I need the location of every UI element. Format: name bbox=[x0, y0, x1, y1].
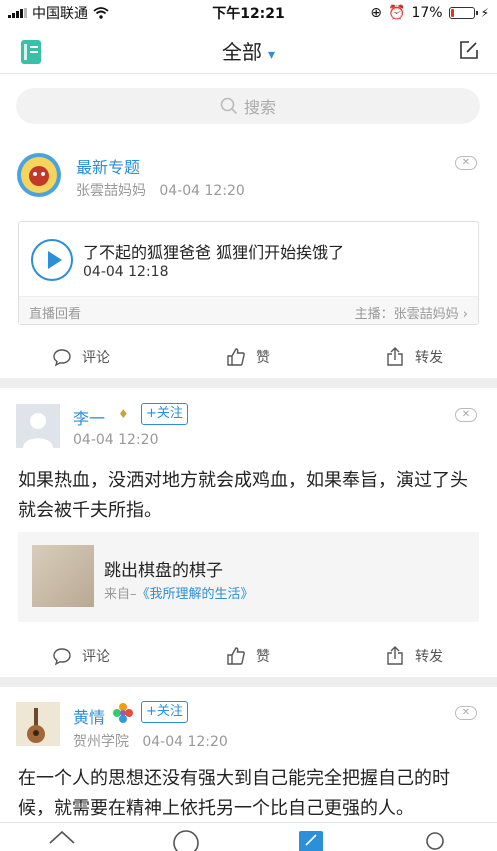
like-button[interactable]: 赞 bbox=[226, 646, 270, 666]
quote-card[interactable]: 跳出棋盘的棋子 来自–《我所理解的生活》 bbox=[18, 532, 479, 622]
comment-icon bbox=[53, 349, 71, 367]
rotation-lock-icon: ⊕ bbox=[370, 5, 382, 21]
live-footer: 直播回看 主播：张雲喆妈妈 › bbox=[19, 296, 478, 324]
like-button[interactable]: 赞 bbox=[226, 347, 270, 367]
action-bar: 评论 赞 转发 bbox=[0, 343, 497, 373]
carrier-label: 中国联通 bbox=[32, 6, 88, 22]
follow-button[interactable]: +关注 bbox=[141, 701, 188, 723]
chevron-down-icon: ▾ bbox=[267, 47, 276, 63]
share-button[interactable]: 转发 bbox=[385, 646, 443, 666]
post-meta: 贺州学院 04-04 12:20 bbox=[73, 734, 228, 750]
comment-button[interactable]: 评论 bbox=[52, 347, 110, 367]
search-placeholder: 搜索 bbox=[243, 98, 276, 117]
comment-button[interactable]: 评论 bbox=[52, 646, 110, 666]
close-icon[interactable]: ✕ bbox=[455, 706, 477, 720]
live-time: 04-04 12:18 bbox=[83, 264, 169, 280]
author-name[interactable]: 最新专题 bbox=[76, 154, 140, 178]
quote-source: 来自–《我所理解的生活》 bbox=[104, 587, 254, 602]
author-name[interactable]: 黄情 bbox=[73, 704, 105, 728]
host-label[interactable]: 主播：张雲喆妈妈 › bbox=[355, 303, 468, 322]
message-icon[interactable] bbox=[171, 829, 201, 851]
divider bbox=[0, 378, 497, 388]
nav-bar: 全部 ▾ bbox=[0, 26, 497, 74]
avatar[interactable] bbox=[16, 404, 60, 448]
share-icon bbox=[387, 646, 403, 665]
home-icon[interactable] bbox=[47, 829, 77, 851]
thumbs-up-icon bbox=[227, 348, 245, 366]
share-button[interactable]: 转发 bbox=[385, 347, 443, 367]
live-card[interactable]: 了不起的狐狸爸爸 狐狸们开始挨饿了 04-04 12:18 直播回看 主播：张雲… bbox=[18, 221, 479, 325]
alarm-icon: ⏰ bbox=[388, 5, 406, 21]
action-bar: 评论 赞 转发 bbox=[0, 642, 497, 672]
comment-icon bbox=[53, 648, 71, 666]
post-tab-icon[interactable] bbox=[296, 829, 326, 851]
post-meta: 张雲喆妈妈 04-04 12:20 bbox=[76, 183, 245, 199]
badge-icon: ♦ bbox=[118, 407, 129, 421]
battery-percent: 17% bbox=[411, 5, 443, 21]
status-bar: 中国联通 下午12:21 ⊕ ⏰ 17% ⚡ bbox=[0, 0, 497, 26]
avatar[interactable] bbox=[16, 152, 62, 198]
compose-icon[interactable] bbox=[459, 40, 479, 60]
post-text[interactable]: 在一个人的思想还没有强大到自己能完全把握自己的时候，就需要在精神上依托另一个比自… bbox=[18, 764, 482, 824]
close-icon[interactable]: ✕ bbox=[455, 408, 477, 422]
quote-title: 跳出棋盘的棋子 bbox=[104, 561, 223, 581]
quote-thumbnail bbox=[32, 545, 94, 607]
signal-icon bbox=[8, 8, 27, 18]
page-title[interactable]: 全部 ▾ bbox=[0, 36, 497, 65]
live-title: 了不起的狐狸爸爸 狐狸们开始挨饿了 bbox=[83, 243, 345, 262]
search-input[interactable]: 搜索 bbox=[16, 88, 480, 124]
post-time: 04-04 12:20 bbox=[73, 432, 159, 448]
play-icon[interactable] bbox=[31, 239, 73, 281]
charging-icon: ⚡ bbox=[480, 6, 489, 20]
avatar[interactable] bbox=[16, 702, 60, 746]
search-icon bbox=[220, 97, 238, 115]
follow-button[interactable]: +关注 bbox=[141, 403, 188, 425]
replay-label: 直播回看 bbox=[29, 307, 82, 322]
divider bbox=[0, 677, 497, 687]
post-text[interactable]: 如果热血，没洒对地方就会成鸡血，如果奉旨，演过了头就会被千夫所指。 bbox=[18, 466, 482, 526]
author-name[interactable]: 李一 bbox=[73, 405, 105, 429]
tab-bar bbox=[0, 822, 497, 851]
thumbs-up-icon bbox=[227, 647, 245, 665]
close-icon[interactable]: ✕ bbox=[455, 156, 477, 170]
flower-badge-icon bbox=[113, 703, 133, 723]
wifi-icon bbox=[93, 7, 109, 19]
source-link[interactable]: 《我所理解的生活》 bbox=[137, 587, 254, 602]
share-icon bbox=[387, 347, 403, 366]
battery-icon bbox=[448, 7, 478, 19]
profile-icon[interactable] bbox=[420, 829, 450, 851]
chevron-right-icon: › bbox=[462, 307, 468, 322]
